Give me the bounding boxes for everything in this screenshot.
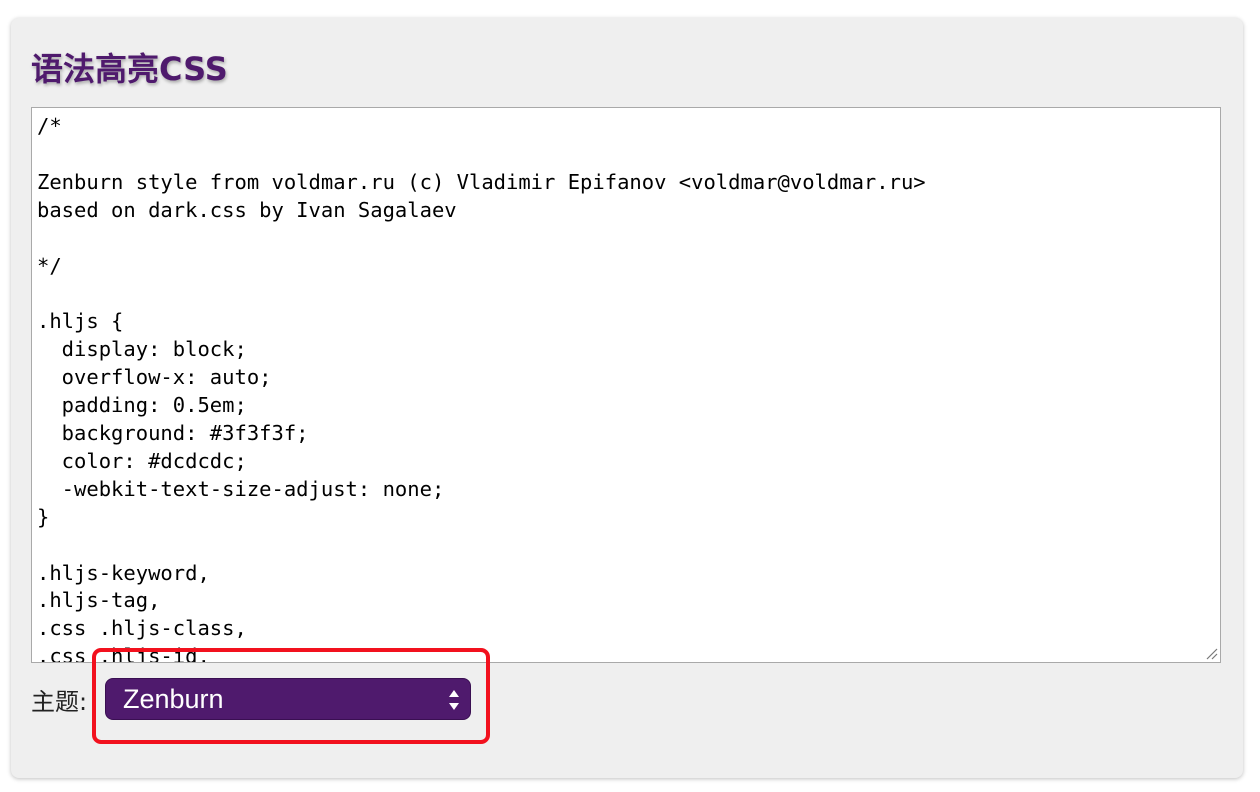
css-code-textarea[interactable]: /* Zenburn style from voldmar.ru (c) Vla… xyxy=(31,107,1221,663)
resize-grip-icon[interactable] xyxy=(1204,646,1218,660)
css-theme-panel: 语法高亮CSS /* Zenburn style from voldmar.ru… xyxy=(11,18,1243,778)
theme-select-value: Zenburn xyxy=(123,683,224,714)
theme-label: 主题: xyxy=(31,687,88,716)
css-code-content: /* Zenburn style from voldmar.ru (c) Vla… xyxy=(37,114,926,663)
select-arrows-icon xyxy=(449,690,459,710)
theme-select[interactable]: Zenburn xyxy=(105,678,471,720)
panel-title: 语法高亮CSS xyxy=(31,50,228,88)
theme-row: 主题: Zenburn xyxy=(31,678,471,720)
